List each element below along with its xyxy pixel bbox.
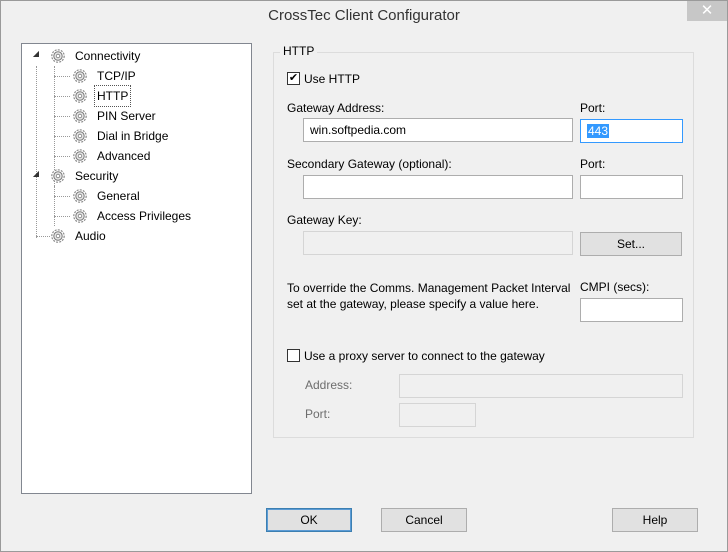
port-label: Port:: [580, 101, 606, 115]
tree-item-http[interactable]: HTTP: [72, 85, 132, 107]
secondary-port-label: Port:: [580, 157, 606, 171]
configurator-window: CrossTec Client Configurator ✕ ◢ Connect…: [0, 0, 728, 552]
port-value: 443: [587, 124, 610, 138]
cmpi-label: CMPI (secs):: [580, 280, 650, 294]
gear-icon: [72, 68, 88, 84]
gear-icon: [72, 128, 88, 144]
tree-item-access-privileges[interactable]: Access Privileges: [72, 206, 193, 226]
proxy-port-input: [399, 403, 476, 427]
use-http-label: Use HTTP: [304, 72, 361, 86]
use-http-checkbox[interactable]: ✔: [287, 72, 300, 85]
tree-item-connectivity[interactable]: Connectivity: [50, 46, 142, 66]
gear-icon: [72, 148, 88, 164]
title-bar: CrossTec Client Configurator ✕: [1, 1, 727, 31]
tree-item-general[interactable]: General: [72, 186, 142, 206]
gear-icon: [72, 108, 88, 124]
tree-item-audio[interactable]: Audio: [50, 226, 108, 246]
port-input[interactable]: 443: [580, 119, 683, 143]
close-icon: ✕: [700, 2, 714, 19]
window-title: CrossTec Client Configurator: [268, 7, 460, 24]
tree-item-pin-server[interactable]: PIN Server: [72, 106, 158, 126]
proxy-address-label: Address:: [305, 378, 353, 392]
gear-icon: [50, 228, 66, 244]
checkmark-icon: ✔: [288, 72, 299, 84]
use-proxy-checkbox[interactable]: [287, 349, 300, 362]
settings-tree[interactable]: ◢ Connectivity TCP/IP HTTP PIN Server Di…: [21, 43, 252, 494]
gateway-key-label: Gateway Key:: [287, 213, 362, 227]
set-key-button[interactable]: Set...: [580, 232, 682, 256]
gear-icon: [72, 188, 88, 204]
cmpi-description: To override the Comms. Management Packet…: [287, 281, 571, 311]
cmpi-input[interactable]: [580, 298, 683, 322]
use-proxy-label: Use a proxy server to connect to the gat…: [304, 349, 545, 363]
proxy-port-label: Port:: [305, 407, 331, 421]
help-button[interactable]: Help: [612, 508, 698, 532]
secondary-port-input[interactable]: [580, 175, 683, 199]
expand-connectivity-icon[interactable]: ◢: [31, 49, 41, 58]
expand-security-icon[interactable]: ◢: [31, 169, 41, 178]
tree-item-tcpip[interactable]: TCP/IP: [72, 66, 138, 86]
tree-item-security[interactable]: Security: [50, 166, 120, 186]
gear-icon: [50, 48, 66, 64]
cancel-button[interactable]: Cancel: [381, 508, 467, 532]
gateway-key-input: [303, 231, 573, 255]
secondary-gateway-input[interactable]: [303, 175, 573, 199]
gateway-address-label: Gateway Address:: [287, 101, 385, 115]
ok-button[interactable]: OK: [266, 508, 352, 532]
gear-icon: [72, 208, 88, 224]
proxy-address-input: [399, 374, 683, 398]
close-button[interactable]: ✕: [687, 1, 727, 21]
gear-icon: [50, 168, 66, 184]
secondary-gateway-label: Secondary Gateway (optional):: [287, 157, 452, 171]
gear-icon: [72, 88, 88, 104]
http-group-title: HTTP: [280, 44, 318, 58]
tree-item-dial-in-bridge[interactable]: Dial in Bridge: [72, 126, 170, 146]
gateway-address-input[interactable]: win.softpedia.com: [303, 118, 573, 142]
tree-item-advanced[interactable]: Advanced: [72, 146, 152, 166]
